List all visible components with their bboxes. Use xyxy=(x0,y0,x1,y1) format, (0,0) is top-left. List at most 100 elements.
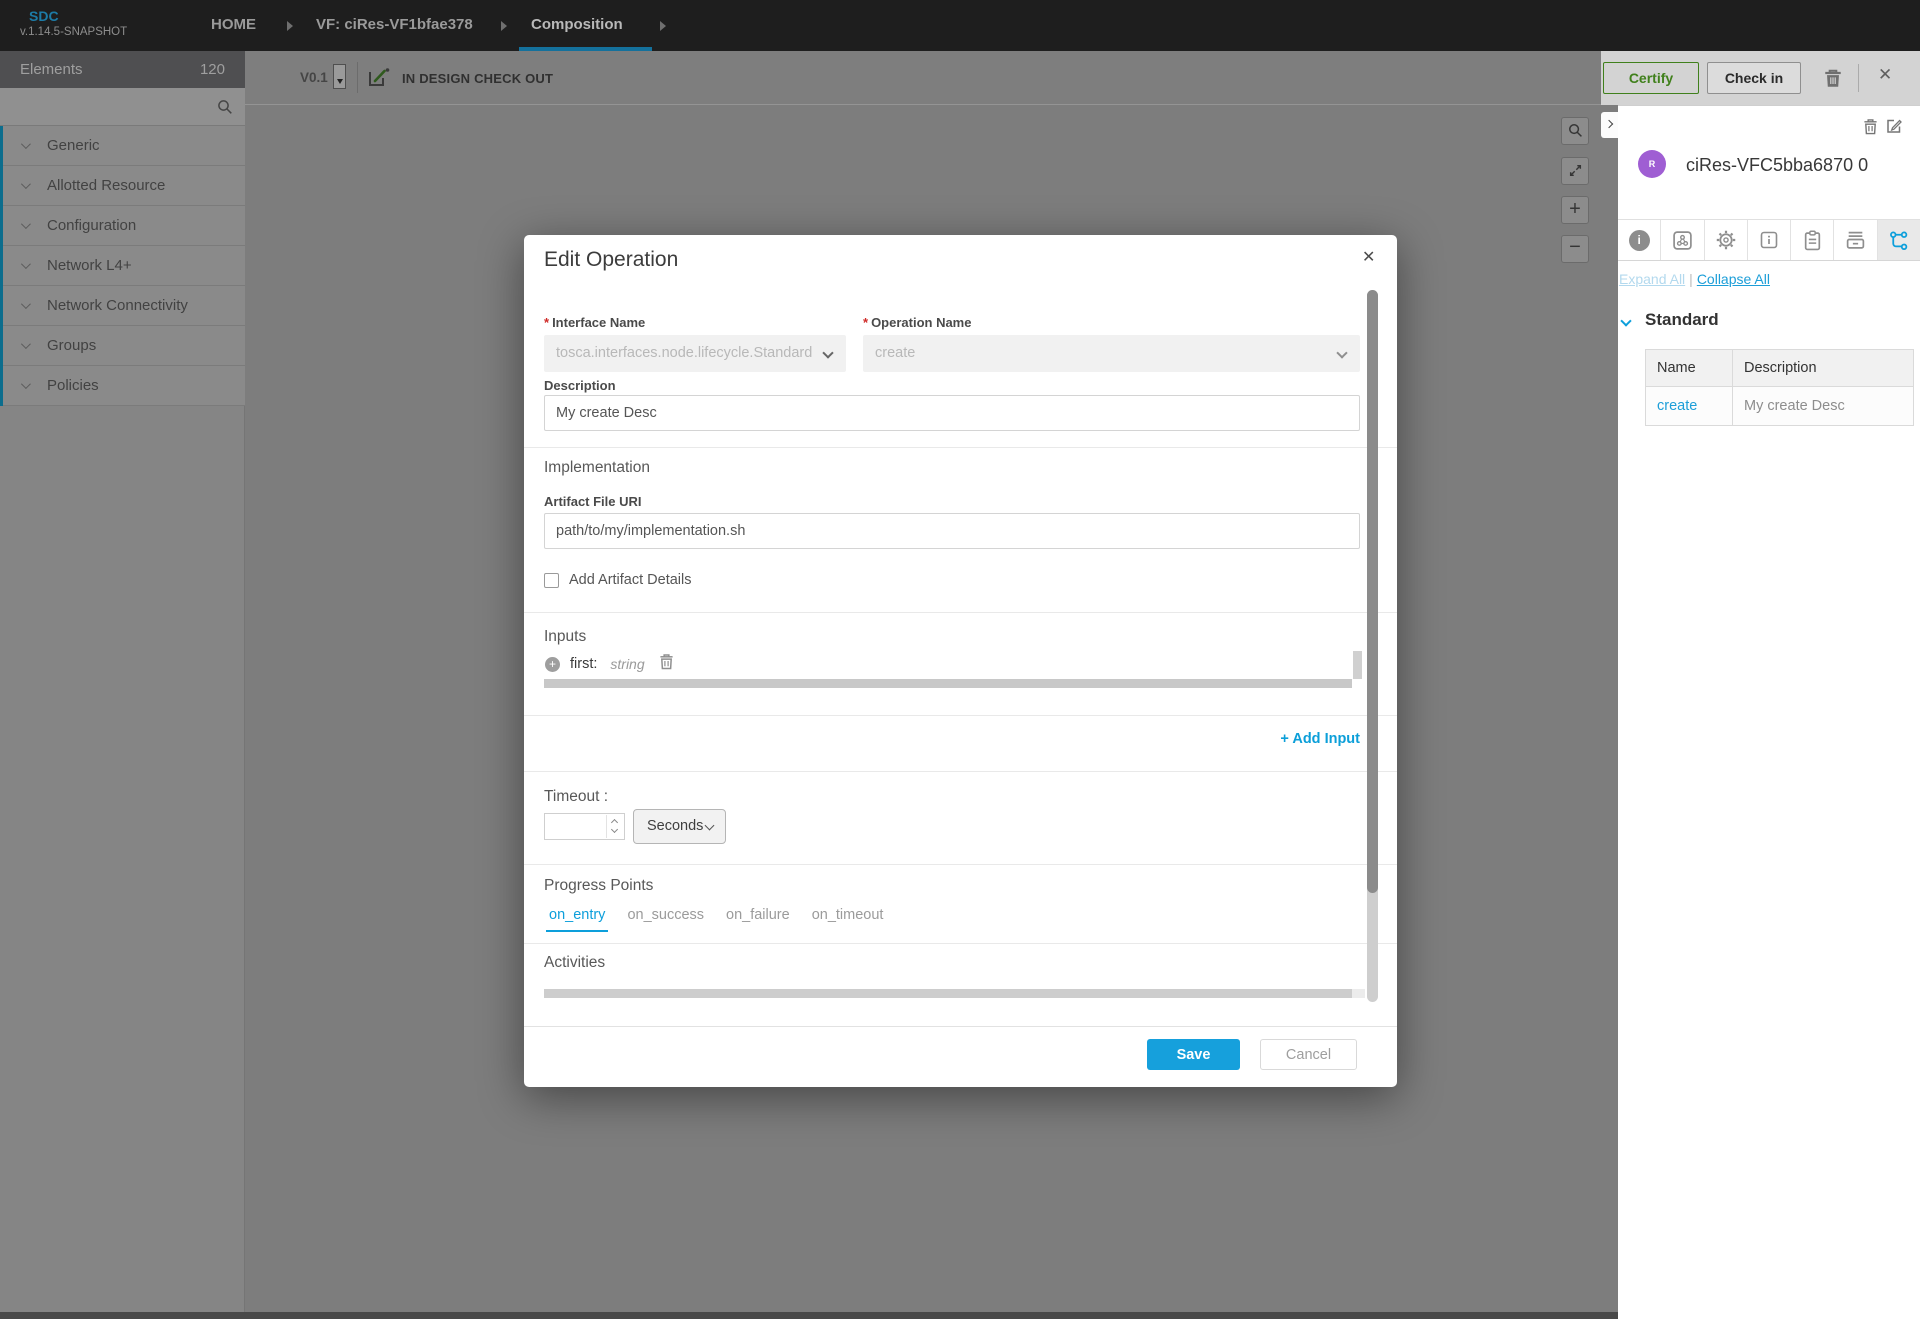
workspace-toolbar: V0.1 IN DESIGN CHECK OUT xyxy=(245,51,1601,105)
canvas-search-button[interactable] xyxy=(1561,117,1589,145)
col-description-header: Description xyxy=(1733,350,1914,387)
tab-artifacts[interactable] xyxy=(1791,220,1834,260)
elements-sidebar: Elements 120 Generic Allotted Resource C… xyxy=(0,51,245,1312)
elements-search-input[interactable] xyxy=(0,88,245,126)
chevron-down-icon xyxy=(1336,347,1347,358)
edit-operation-modal: Edit Operation ✕ *Interface Name *Operat… xyxy=(524,235,1397,1087)
operations-branch-icon xyxy=(1888,230,1909,251)
square-info-icon xyxy=(1759,230,1779,250)
cancel-button[interactable]: Cancel xyxy=(1260,1039,1357,1070)
modal-scrollbar-thumb[interactable] xyxy=(1367,290,1378,893)
operation-name-label: *Operation Name xyxy=(863,315,971,330)
sidebar-item-network-l4[interactable]: Network L4+ xyxy=(0,246,245,286)
operations-table: Name Description create My create Desc xyxy=(1645,349,1914,426)
operation-description-cell: My create Desc xyxy=(1744,398,1845,414)
activities-horizontal-scrollbar[interactable] xyxy=(544,989,1352,998)
toolbar-divider xyxy=(1858,64,1859,92)
tab-on-timeout[interactable]: on_timeout xyxy=(809,907,887,932)
tab-on-success[interactable]: on_success xyxy=(624,907,707,932)
composition-icon xyxy=(1672,230,1693,251)
checkin-button[interactable]: Check in xyxy=(1707,62,1801,94)
modal-footer: Save Cancel xyxy=(524,1026,1397,1087)
description-input[interactable] xyxy=(544,395,1360,431)
artifact-uri-input[interactable] xyxy=(544,513,1360,549)
operation-name-link[interactable]: create xyxy=(1657,398,1697,414)
expand-collapse-controls: Expand All|Collapse All xyxy=(1619,271,1770,287)
archive-icon xyxy=(1845,230,1866,250)
artifact-uri-label: Artifact File URI xyxy=(544,494,642,509)
version-dropdown[interactable] xyxy=(333,64,346,89)
chevron-down-icon xyxy=(21,379,31,389)
elements-title: Elements xyxy=(20,61,83,78)
search-icon xyxy=(1568,123,1583,138)
breadcrumb-composition[interactable]: Composition xyxy=(531,16,623,33)
delete-icon[interactable] xyxy=(1823,68,1843,94)
tab-settings[interactable] xyxy=(1705,220,1748,260)
checkout-edit-icon xyxy=(366,66,392,95)
inputs-horizontal-scrollbar[interactable] xyxy=(544,679,1352,688)
operation-name-select[interactable]: create xyxy=(863,335,1360,372)
timeout-unit-select[interactable]: Seconds xyxy=(633,809,726,844)
breadcrumb-home[interactable]: HOME xyxy=(211,16,256,33)
sidebar-item-network-connectivity[interactable]: Network Connectivity xyxy=(0,286,245,326)
chevron-down-icon[interactable] xyxy=(1620,315,1631,326)
tab-information[interactable]: i xyxy=(1618,220,1661,260)
sidebar-item-policies[interactable]: Policies xyxy=(0,366,245,406)
breadcrumb-arrow-icon xyxy=(660,21,666,31)
interface-section-title: Standard xyxy=(1645,310,1719,330)
zoom-in-button[interactable]: + xyxy=(1561,196,1589,224)
delete-input-icon[interactable] xyxy=(659,653,674,675)
tab-deployment[interactable] xyxy=(1834,220,1877,260)
sidebar-item-allotted-resource[interactable]: Allotted Resource xyxy=(0,166,245,206)
tab-properties[interactable] xyxy=(1748,220,1791,260)
expand-all-link[interactable]: Expand All xyxy=(1619,271,1685,287)
modal-scrollbar-track[interactable] xyxy=(1367,290,1378,1002)
timeout-number-input[interactable] xyxy=(544,813,625,840)
chevron-down-icon xyxy=(705,821,715,831)
add-artifact-label: Add Artifact Details xyxy=(569,572,692,588)
tab-on-entry[interactable]: on_entry xyxy=(546,907,608,932)
certify-button[interactable]: Certify xyxy=(1603,62,1699,94)
input-type-label: string xyxy=(610,656,644,672)
tab-composition[interactable] xyxy=(1661,220,1704,260)
breadcrumb-vf[interactable]: VF: ciRes-VF1bfae378 xyxy=(316,16,473,33)
chevron-right-icon xyxy=(1605,120,1613,128)
timeout-label: Timeout : xyxy=(544,788,608,806)
table-header-row: Name Description xyxy=(1646,350,1914,387)
spinner-down-icon[interactable] xyxy=(611,826,618,833)
search-icon xyxy=(217,99,233,115)
timeout-value-field[interactable] xyxy=(545,814,605,839)
component-avatar: R xyxy=(1638,150,1666,178)
modal-title: Edit Operation xyxy=(544,248,678,272)
sdc-logo[interactable]: SDC xyxy=(29,8,59,24)
tab-operations[interactable] xyxy=(1878,220,1920,260)
lifecycle-status-label: IN DESIGN CHECK OUT xyxy=(402,71,553,86)
add-input-link[interactable]: + Add Input xyxy=(1280,731,1360,747)
version-label: V0.1 xyxy=(300,70,328,85)
zoom-out-button[interactable]: − xyxy=(1561,235,1589,263)
implementation-section-label: Implementation xyxy=(544,459,650,477)
app-version-label: v.1.14.5-SNAPSHOT xyxy=(20,26,127,38)
expand-input-icon[interactable]: + xyxy=(545,657,560,672)
delete-component-icon[interactable] xyxy=(1863,118,1878,140)
save-button[interactable]: Save xyxy=(1147,1039,1240,1070)
close-workspace-icon[interactable]: ✕ xyxy=(1878,65,1892,85)
interface-name-select[interactable]: tosca.interfaces.node.lifecycle.Standard xyxy=(544,335,846,372)
component-details-panel: R ciRes-VFC5bba6870 0 i Expan xyxy=(1618,105,1920,1319)
collapse-all-link[interactable]: Collapse All xyxy=(1697,271,1770,287)
add-artifact-checkbox[interactable] xyxy=(544,573,559,588)
sidebar-item-generic[interactable]: Generic xyxy=(0,126,245,166)
number-spinner[interactable] xyxy=(606,815,622,838)
expand-icon xyxy=(1568,163,1583,178)
edit-component-icon[interactable] xyxy=(1886,118,1902,139)
progress-points-tabs: on_entry on_success on_failure on_timeou… xyxy=(546,907,886,932)
sidebar-item-configuration[interactable]: Configuration xyxy=(0,206,245,246)
app-footer-strip xyxy=(0,1312,1618,1319)
panel-tab-bar: i xyxy=(1618,219,1920,261)
inputs-vertical-scrollbar[interactable] xyxy=(1353,651,1362,679)
fit-to-screen-button[interactable] xyxy=(1561,157,1589,185)
panel-collapse-button[interactable] xyxy=(1601,112,1618,138)
sidebar-item-groups[interactable]: Groups xyxy=(0,326,245,366)
close-icon[interactable]: ✕ xyxy=(1362,247,1375,267)
tab-on-failure[interactable]: on_failure xyxy=(723,907,793,932)
